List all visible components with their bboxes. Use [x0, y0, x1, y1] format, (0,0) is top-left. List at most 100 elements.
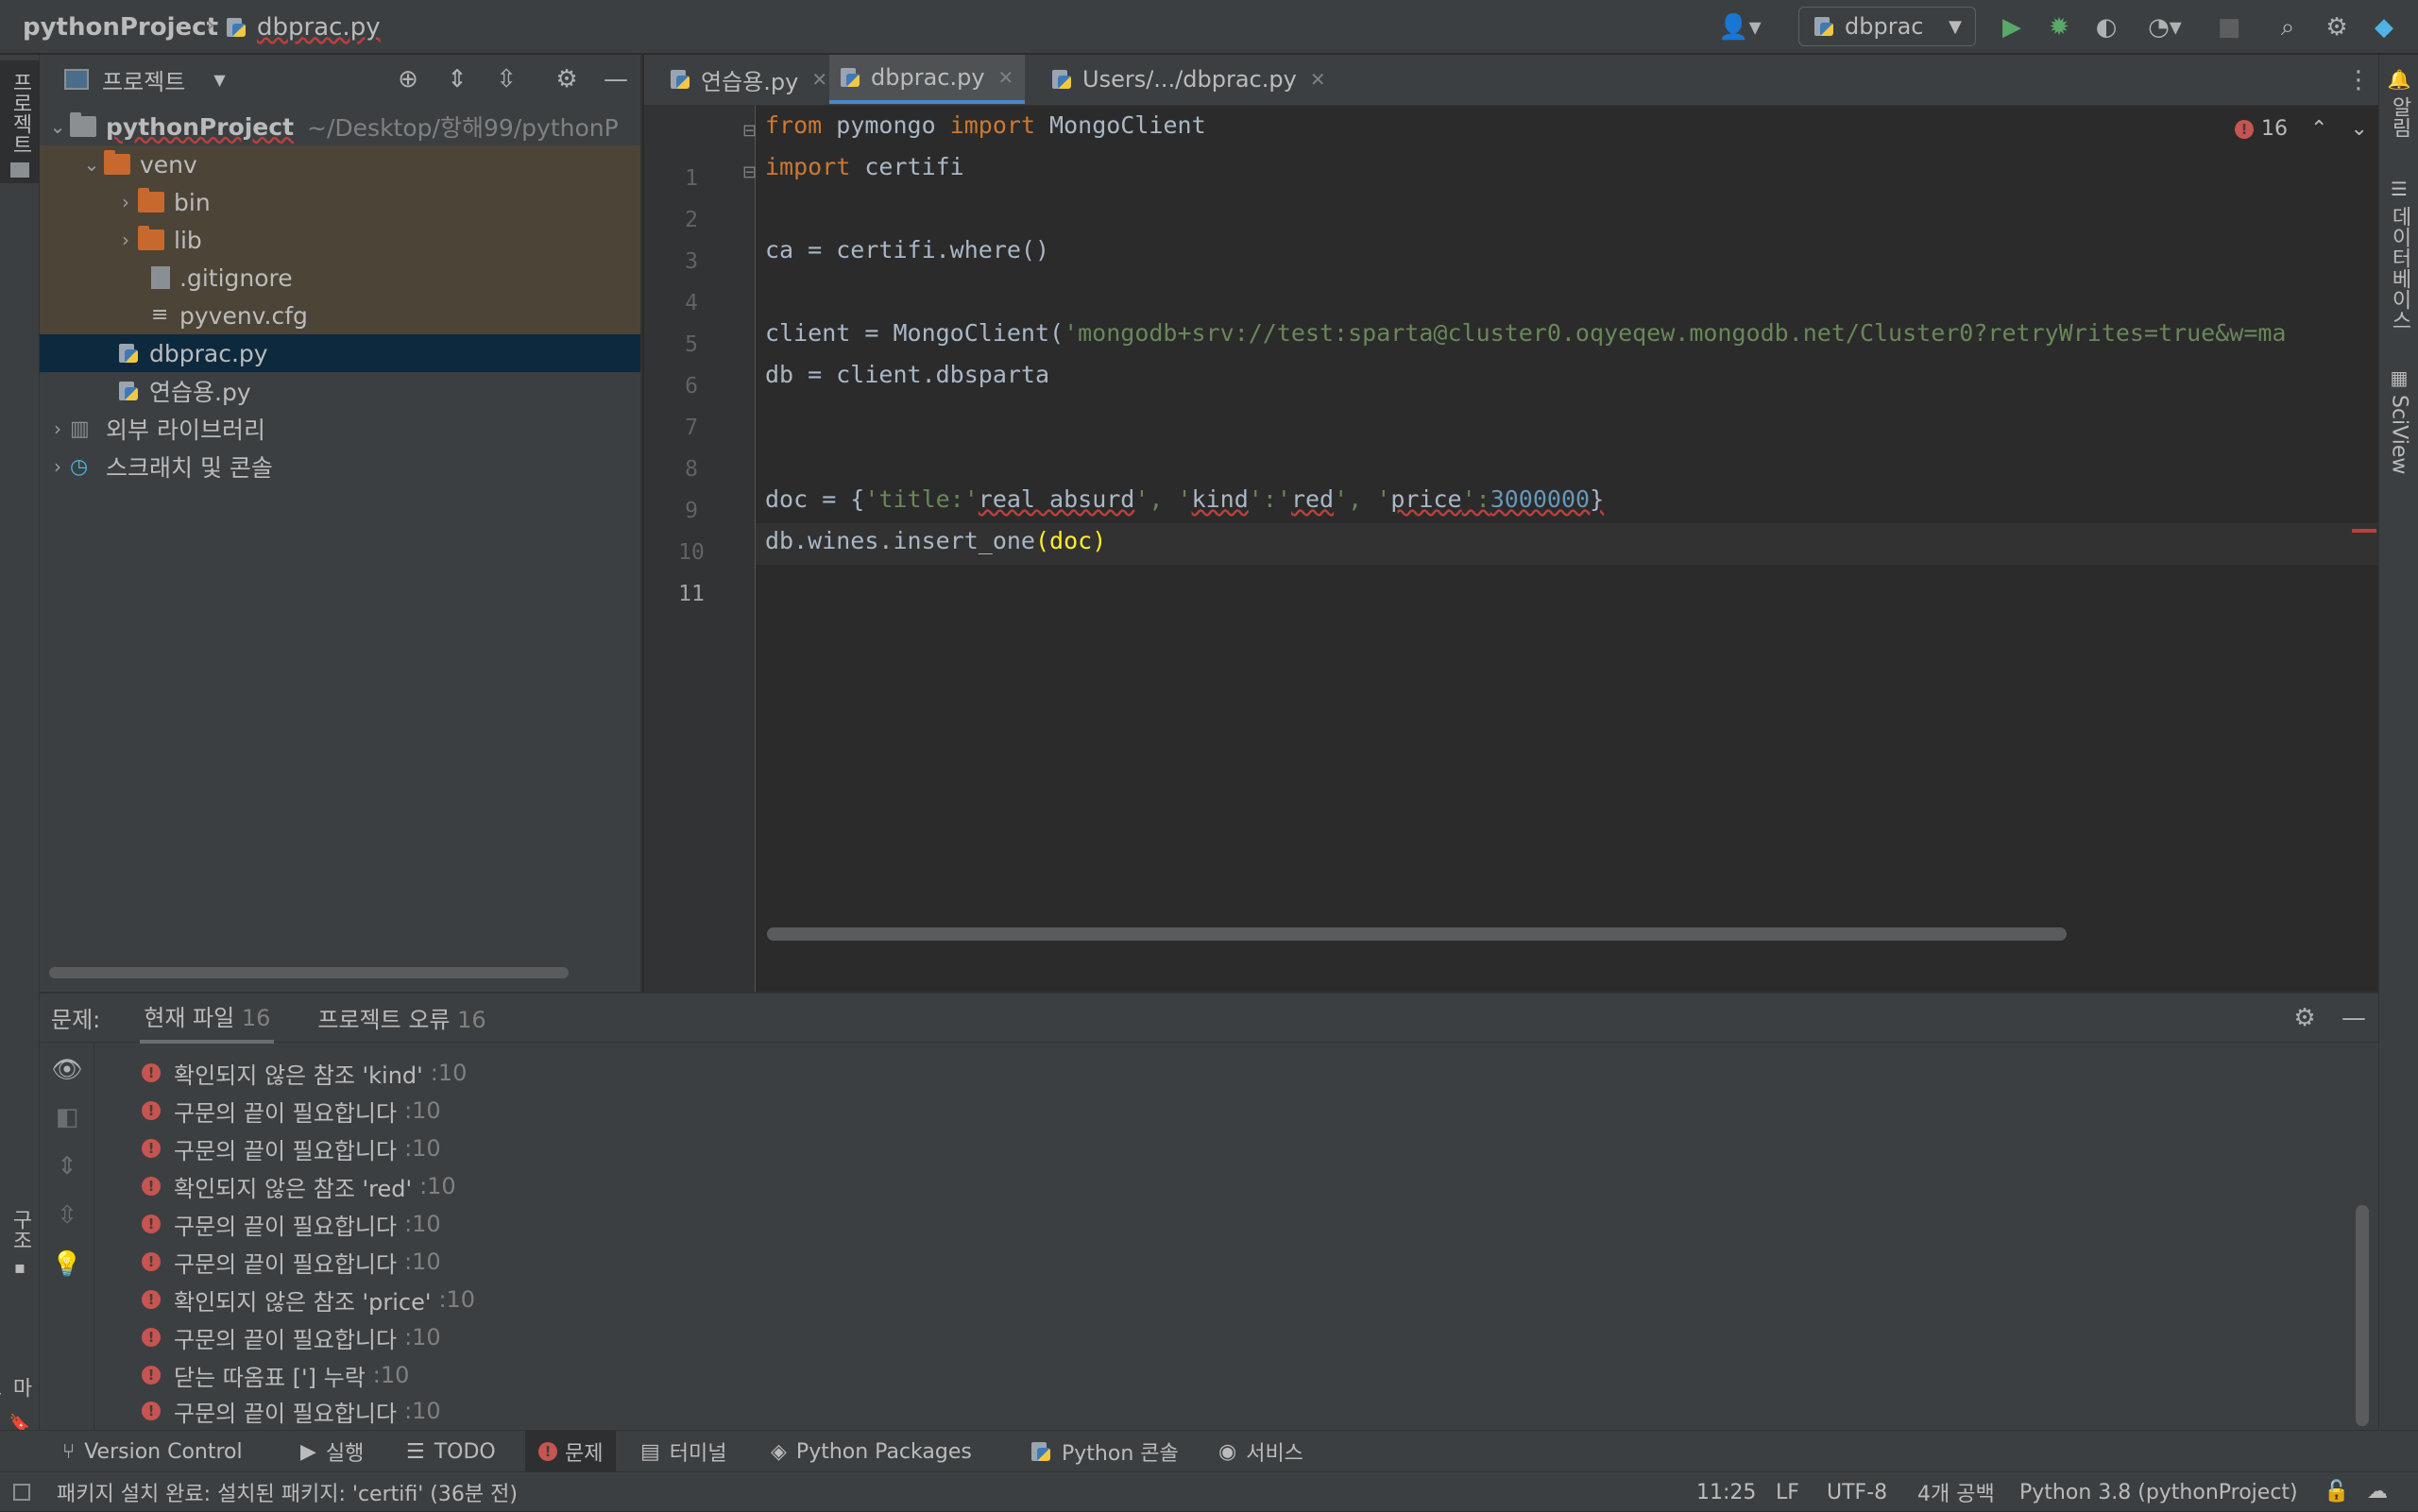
- profile-icon[interactable]: ◔▾: [2137, 9, 2193, 45]
- tab-current-file[interactable]: 현재 파일 16: [140, 992, 275, 1044]
- error-icon: !: [142, 1252, 161, 1271]
- chevron-down-icon[interactable]: ⌄: [2350, 117, 2367, 141]
- tree-item-pyvenv-cfg[interactable]: ≡ pyvenv.cfg: [40, 297, 640, 334]
- search-icon[interactable]: ⌕: [2271, 9, 2305, 45]
- hide-panel-icon[interactable]: —: [599, 62, 633, 96]
- jetbrains-logo-icon[interactable]: ◆: [2367, 9, 2401, 45]
- tool-problems[interactable]: ! 문제: [525, 1431, 617, 1472]
- line-number: 7: [685, 416, 698, 440]
- problem-item[interactable]: ! 구문의 끝이 필요합니다:10: [142, 1392, 441, 1430]
- tree-item-scratches[interactable]: › ◷ 스크래치 및 콘솔: [40, 448, 640, 485]
- run-icon[interactable]: ▶: [1995, 9, 2029, 45]
- debug-icon[interactable]: ✹: [2042, 9, 2076, 45]
- memory-indicator-icon[interactable]: ☁: [2367, 1480, 2388, 1504]
- run-config-select[interactable]: dbprac ▼: [1798, 7, 1976, 46]
- eye-icon[interactable]: 👁: [49, 1052, 85, 1088]
- error-icon: !: [538, 1442, 557, 1461]
- lightbulb-icon[interactable]: 💡: [49, 1247, 85, 1283]
- tree-item-gitignore[interactable]: .gitignore: [40, 259, 640, 297]
- fold-marker-icon[interactable]: ⊟: [742, 162, 757, 182]
- chevron-up-icon[interactable]: ⌃: [2310, 117, 2327, 141]
- notifications-tool-button[interactable]: 🔔 알림: [2379, 68, 2418, 181]
- database-tool-button[interactable]: ☰ 데이터베이스: [2379, 178, 2418, 395]
- tree-item-lib[interactable]: › lib: [40, 221, 640, 259]
- chevron-right-icon: ›: [122, 229, 129, 251]
- line-number: 2: [685, 208, 698, 232]
- project-panel-header: 프로젝트 ▼ ⊕ ⇕ ⇳ ⚙ —: [40, 55, 642, 104]
- tab-project-errors[interactable]: 프로젝트 오류 16: [317, 1001, 485, 1034]
- locate-file-icon[interactable]: ⊕: [391, 62, 425, 96]
- line-separator[interactable]: LF: [1776, 1472, 1799, 1512]
- structure-icon: ▪: [13, 1258, 26, 1278]
- expand-icon[interactable]: ⇕: [49, 1148, 85, 1184]
- chevron-down-icon[interactable]: ▼: [213, 71, 225, 89]
- account-icon[interactable]: 👤▾: [1713, 9, 1766, 45]
- problem-item[interactable]: ! 구문의 끝이 필요합니다:10: [142, 1318, 441, 1356]
- sciview-tool-button[interactable]: ▦ SciView: [2379, 366, 2418, 555]
- tool-run[interactable]: ▶ 실행: [300, 1431, 364, 1472]
- breadcrumb-project[interactable]: pythonProject: [23, 13, 218, 42]
- line-number: 8: [685, 457, 698, 482]
- tool-version-control[interactable]: ⑂ Version Control: [62, 1431, 243, 1472]
- more-options-icon[interactable]: ⋮: [2344, 62, 2373, 98]
- close-icon[interactable]: ✕: [811, 68, 827, 91]
- hide-panel-icon[interactable]: —: [2337, 1001, 2371, 1035]
- status-message[interactable]: 패키지 설치 완료: 설치된 패키지: 'certifi' (36분 전): [57, 1472, 518, 1512]
- breadcrumb-separator: ›: [206, 11, 215, 38]
- line-number: 5: [685, 332, 698, 357]
- fold-marker-icon[interactable]: ⊟: [742, 121, 757, 141]
- settings-gear-icon[interactable]: ⚙: [2320, 9, 2354, 45]
- tool-python-console[interactable]: Python 콘솔: [1031, 1431, 1179, 1472]
- tree-item-venv[interactable]: ⌄ venv: [40, 145, 640, 183]
- project-tool-button[interactable]: 프로젝트: [0, 60, 40, 183]
- error-indicator[interactable]: ! 16 ⌃ ⌄: [2235, 117, 2368, 141]
- tool-python-packages[interactable]: ◈ Python Packages: [771, 1431, 972, 1472]
- problem-item[interactable]: ! 확인되지 않은 참조 'price':10: [142, 1281, 475, 1318]
- tool-todo[interactable]: ☰ TODO: [406, 1431, 496, 1472]
- options-gear-icon[interactable]: ⚙: [550, 62, 584, 96]
- caret-position[interactable]: 11:25: [1696, 1472, 1756, 1512]
- file-encoding[interactable]: UTF-8: [1827, 1472, 1887, 1512]
- problem-item[interactable]: ! 구문의 끝이 필요합니다:10: [142, 1205, 441, 1243]
- project-panel-title[interactable]: 프로젝트: [102, 63, 185, 96]
- tree-item-pythonproject[interactable]: ⌄ pythonProject ~/Desktop/항해99/pythonP: [40, 108, 640, 145]
- close-icon[interactable]: ✕: [998, 66, 1014, 89]
- problem-item[interactable]: ! 확인되지 않은 참조 'red':10: [142, 1167, 456, 1205]
- breadcrumb-file[interactable]: dbprac.py: [227, 13, 381, 42]
- indent-setting[interactable]: 4개 공백: [1917, 1472, 1995, 1512]
- error-stripe-marker[interactable]: [2352, 529, 2376, 533]
- expand-all-icon[interactable]: ⇕: [440, 62, 474, 96]
- tool-terminal[interactable]: ▤ 터미널: [640, 1431, 727, 1472]
- problem-item[interactable]: ! 구문의 끝이 필요합니다:10: [142, 1092, 441, 1130]
- problem-item[interactable]: ! 닫는 따옴표 ['] 누락:10: [142, 1356, 409, 1394]
- library-icon: ▥: [70, 416, 90, 441]
- tree-item-external-libraries[interactable]: › ▥ 외부 라이브러리: [40, 410, 640, 448]
- tab-users-dbprac[interactable]: Users/.../dbprac.py ✕: [1041, 55, 1337, 104]
- code-line-7: db = client.dbsparta: [765, 361, 1050, 388]
- toggle-tool-windows-icon[interactable]: [13, 1484, 30, 1501]
- problem-item[interactable]: ! 구문의 끝이 필요합니다:10: [142, 1130, 441, 1167]
- close-icon[interactable]: ✕: [1310, 68, 1326, 91]
- tree-item-practice[interactable]: 연습용.py: [40, 372, 640, 410]
- lock-icon[interactable]: 🔓: [2324, 1480, 2349, 1504]
- problems-settings-gear-icon[interactable]: ⚙: [2288, 1001, 2322, 1035]
- error-icon: !: [142, 1366, 161, 1385]
- tab-dbprac[interactable]: dbprac.py ✕: [829, 55, 1026, 104]
- collapse-all-icon[interactable]: ⇳: [489, 62, 523, 96]
- collapse-icon[interactable]: ⇳: [49, 1198, 85, 1233]
- bookmarks-tool-button[interactable]: 북마크 🔖: [0, 1311, 62, 1434]
- tool-services[interactable]: ◉ 서비스: [1218, 1431, 1303, 1472]
- problem-item[interactable]: ! 확인되지 않은 참조 'kind':10: [142, 1054, 467, 1092]
- problem-item[interactable]: ! 구문의 끝이 필요합니다:10: [142, 1243, 441, 1281]
- python-interpreter[interactable]: Python 3.8 (pythonProject): [2019, 1472, 2298, 1512]
- tab-practice[interactable]: 연습용.py ✕: [659, 55, 839, 104]
- list-icon: ☰: [406, 1439, 425, 1464]
- stop-icon[interactable]: ■: [2212, 9, 2246, 45]
- problems-scrollbar[interactable]: [2356, 1205, 2369, 1426]
- horizontal-scrollbar[interactable]: [49, 967, 569, 978]
- coverage-icon[interactable]: ◐: [2089, 9, 2123, 45]
- preview-icon[interactable]: ◧: [49, 1099, 85, 1135]
- tree-item-bin[interactable]: › bin: [40, 183, 640, 221]
- editor-horizontal-scrollbar[interactable]: [767, 927, 2067, 941]
- tree-item-dbprac[interactable]: dbprac.py: [40, 334, 640, 372]
